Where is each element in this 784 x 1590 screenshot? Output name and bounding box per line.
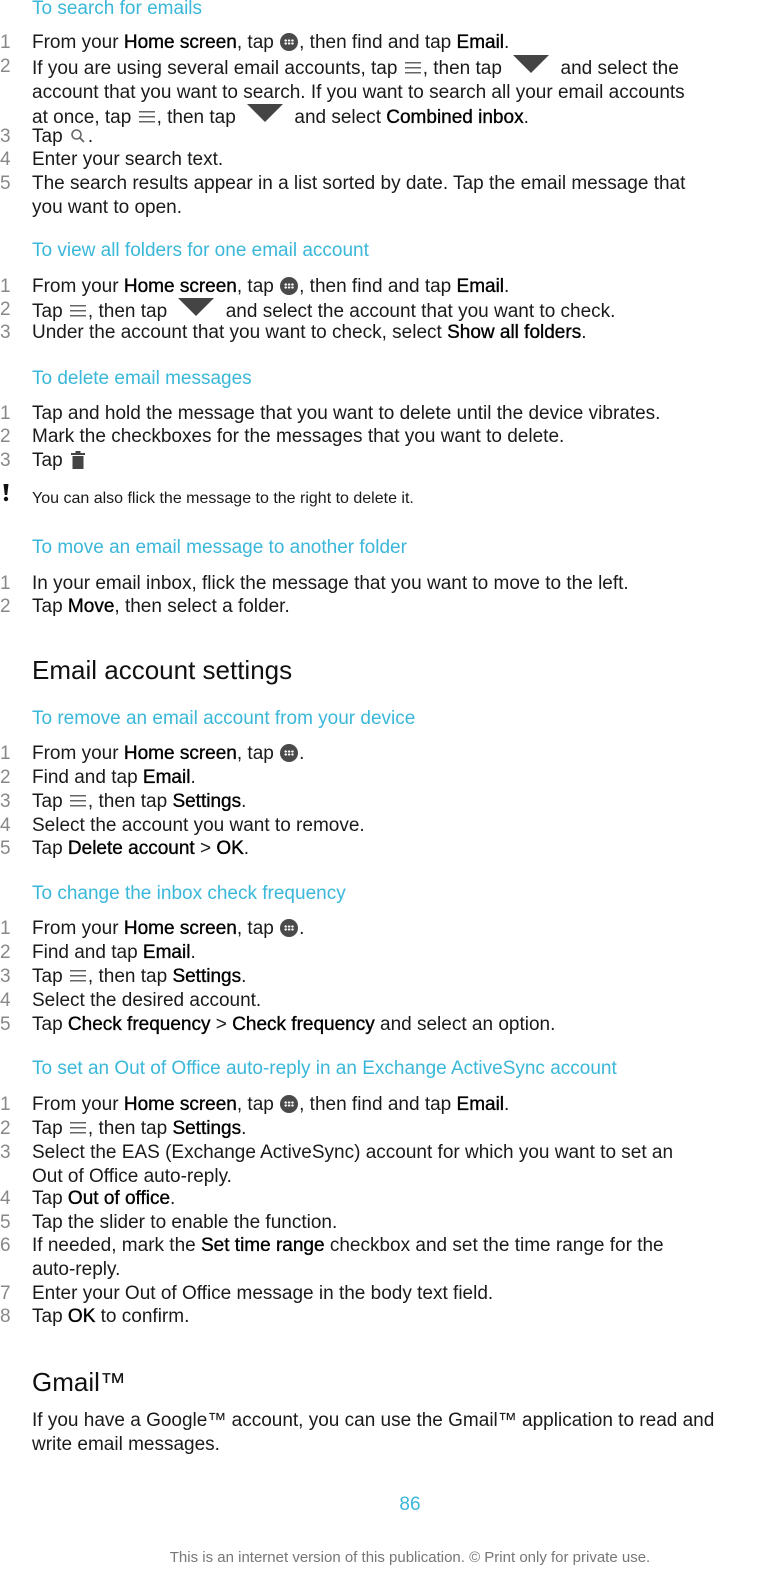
- subheading-move: To move an email message to another fold…: [32, 537, 407, 558]
- step-text: Enter your search text.: [32, 149, 224, 170]
- page-number: 86: [399, 1494, 421, 1515]
- step-number: 5: [0, 1212, 11, 1233]
- step-text: From your Home screen, tap .: [32, 743, 305, 764]
- step-number: 8: [0, 1306, 11, 1327]
- step-number: 2: [0, 942, 11, 963]
- trash-icon: [70, 451, 85, 469]
- step-text: Tap Check frequency > Check frequency an…: [32, 1014, 556, 1035]
- apps-icon: [280, 919, 299, 937]
- subheading-search: To search for emails: [32, 0, 203, 19]
- step-number: 4: [0, 1188, 11, 1209]
- dropdown-triangle-icon: [178, 298, 215, 316]
- step-number: 1: [0, 276, 11, 297]
- step-text: Tap Delete account > OK.: [32, 838, 250, 859]
- note-text: You can also flick the message to the ri…: [32, 490, 414, 507]
- step-number: 4: [0, 815, 11, 836]
- menu-icon: [404, 62, 421, 74]
- step-number: 5: [0, 1014, 11, 1035]
- step-text: From your Home screen, tap .: [32, 918, 305, 939]
- step-number: 2: [0, 56, 11, 77]
- dropdown-triangle-icon: [247, 104, 284, 122]
- step-number: 1: [0, 32, 11, 53]
- warning-exclamation-icon: [3, 484, 9, 502]
- apps-icon: [280, 277, 299, 295]
- step-number: 4: [0, 149, 11, 170]
- step-text: In your email inbox, flick the message t…: [32, 573, 629, 594]
- step-number: 5: [0, 838, 11, 859]
- step-text: Find and tap Email.: [32, 767, 196, 788]
- step-text: Tap , then tap Settings.: [32, 1118, 247, 1139]
- step-number: 2: [0, 1118, 11, 1139]
- step-text: Enter your Out of Office message in the …: [32, 1283, 494, 1304]
- subheading-out-of-office: To set an Out of Office auto-reply in an…: [32, 1058, 617, 1079]
- step-text: From your Home screen, tap , then find a…: [32, 32, 510, 53]
- step-text: Tap .: [32, 126, 94, 147]
- section-heading-gmail: Gmail™: [32, 1367, 126, 1397]
- step-number: 3: [0, 322, 11, 343]
- step-text: From your Home screen, tap , then find a…: [32, 1094, 510, 1115]
- step-text: Tap Out of office.: [32, 1188, 176, 1209]
- step-number: 4: [0, 990, 11, 1011]
- step-number: 6: [0, 1235, 11, 1256]
- menu-icon: [69, 1122, 86, 1134]
- step-number: 2: [0, 299, 11, 320]
- step-number: 3: [0, 966, 11, 987]
- apps-icon: [280, 744, 299, 762]
- step-text: If needed, mark the Set time range check…: [32, 1235, 664, 1280]
- search-icon: [71, 129, 85, 143]
- menu-icon: [138, 111, 155, 123]
- step-text: The search results appear in a list sort…: [32, 173, 686, 218]
- step-number: 1: [0, 1094, 11, 1115]
- apps-icon: [280, 33, 299, 51]
- dropdown-triangle-icon: [513, 55, 550, 73]
- step-number: 3: [0, 126, 11, 147]
- menu-icon: [69, 305, 86, 317]
- step-text: Tap: [32, 449, 778, 473]
- step-text: If you are using several email accounts,…: [32, 55, 778, 130]
- step-text: Tap , then tap Settings.: [32, 791, 247, 812]
- step-text: Tap the slider to enable the function.: [32, 1212, 338, 1233]
- step-text: Under the account that you want to check…: [32, 322, 587, 343]
- step-text: Select the account you want to remove.: [32, 815, 365, 836]
- subheading-remove: To remove an email account from your dev…: [32, 708, 416, 729]
- step-text: Select the desired account.: [32, 990, 262, 1011]
- footer-notice: This is an internet version of this publ…: [169, 1549, 651, 1566]
- step-text: Tap , then tap and select the account th…: [32, 298, 778, 324]
- subheading-folders: To view all folders for one email accoun…: [32, 240, 369, 261]
- step-number: 1: [0, 918, 11, 939]
- step-number: 2: [0, 426, 11, 447]
- subheading-frequency: To change the inbox check frequency: [32, 883, 346, 904]
- step-number: 1: [0, 403, 11, 424]
- step-text: Tap and hold the message that you want t…: [32, 403, 661, 424]
- step-text: Tap Move, then select a folder.: [32, 596, 290, 617]
- step-number: 3: [0, 450, 11, 471]
- section-heading-email-settings: Email account settings: [32, 655, 293, 685]
- step-text: From your Home screen, tap , then find a…: [32, 276, 510, 297]
- step-number: 2: [0, 596, 11, 617]
- step-number: 1: [0, 573, 11, 594]
- step-number: 2: [0, 767, 11, 788]
- menu-icon: [69, 970, 86, 982]
- step-number: 7: [0, 1283, 11, 1304]
- step-text: Tap , then tap Settings.: [32, 966, 247, 987]
- step-text: Select the EAS (Exchange ActiveSync) acc…: [32, 1142, 674, 1187]
- step-text: Find and tap Email.: [32, 942, 196, 963]
- step-text: Tap OK to confirm.: [32, 1306, 190, 1327]
- step-number: 5: [0, 173, 11, 194]
- step-number: 3: [0, 1142, 11, 1163]
- manual-page: To search for emails 1 From your Home sc…: [0, 0, 784, 1590]
- apps-icon: [280, 1095, 299, 1113]
- step-text: Mark the checkboxes for the messages tha…: [32, 426, 565, 447]
- step-number: 3: [0, 791, 11, 812]
- gmail-paragraph: If you have a Google™ account, you can u…: [32, 1410, 715, 1455]
- step-number: 1: [0, 743, 11, 764]
- subheading-delete: To delete email messages: [32, 368, 252, 389]
- menu-icon: [69, 795, 86, 807]
